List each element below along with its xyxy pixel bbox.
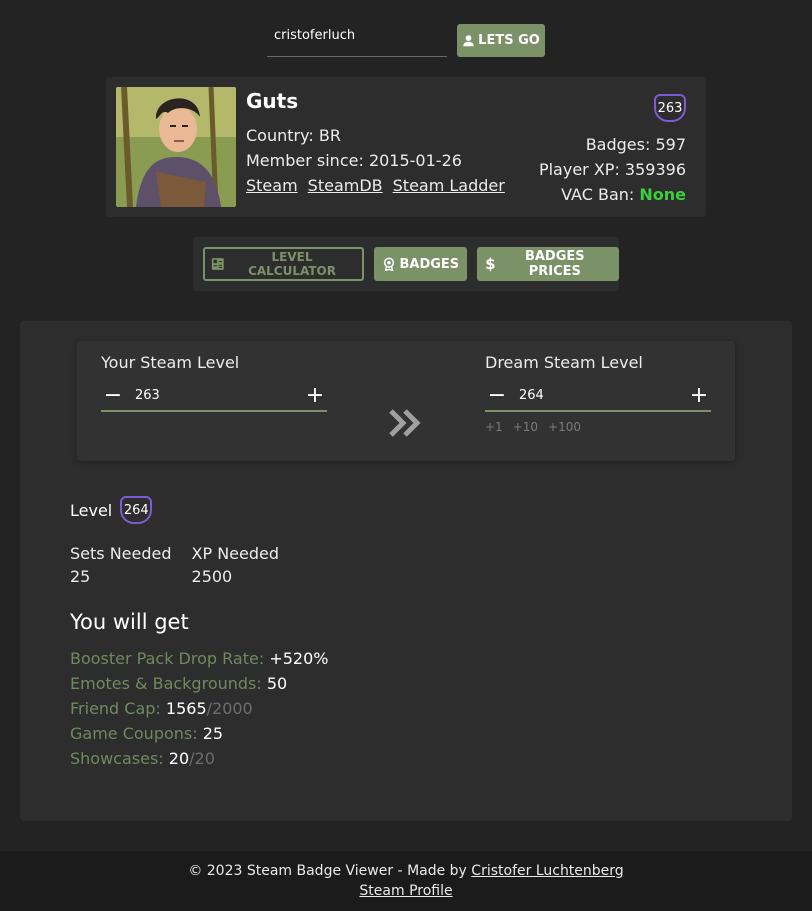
profile-card: Guts Country: BR Member since: 2015-01-2… <box>106 77 706 217</box>
steam-link[interactable]: Steam <box>246 176 298 195</box>
perk-booster: Booster Pack Drop Rate: +520% <box>70 646 328 671</box>
badges-prices-label: BADGES PRICES <box>524 249 585 279</box>
level-label: Level <box>70 500 113 520</box>
current-level-stepper[interactable]: − 263 + <box>101 380 327 412</box>
profile-name: Guts <box>246 89 299 113</box>
showcases-value: 20 <box>168 749 190 768</box>
sets-needed: Sets Needed 25 <box>70 544 172 586</box>
level-calculator-label: LEVEL CALCULATOR <box>248 250 336 278</box>
username-input[interactable] <box>267 24 447 57</box>
badges-prices-button[interactable]: $ BADGES PRICES <box>477 247 619 281</box>
dream-level-stepper[interactable]: − 264 + <box>485 380 711 412</box>
target-level-row: Level 264 <box>70 496 328 524</box>
member-since: Member since: 2015-01-26 <box>246 151 462 170</box>
you-will-get-heading: You will get <box>70 610 189 634</box>
results-section: Level 264 Sets Needed 25 XP Needed 2500 … <box>70 496 328 771</box>
friend-cap-label: Friend Cap: <box>70 699 161 718</box>
dream-decrement-button[interactable]: − <box>485 383 509 408</box>
coupons-label: Game Coupons: <box>70 724 198 743</box>
perk-coupons: Game Coupons: 25 <box>70 721 328 746</box>
nav-toolbar: LEVEL CALCULATOR BADGES $ BADGES PRICES <box>193 237 619 291</box>
dream-level-value[interactable]: 264 <box>509 388 687 403</box>
current-increment-button[interactable]: + <box>303 383 327 408</box>
xp-needed: XP Needed 2500 <box>192 544 280 586</box>
avatar <box>116 87 236 207</box>
sets-needed-label: Sets Needed <box>70 544 172 563</box>
current-level-value[interactable]: 263 <box>125 388 303 403</box>
needs-row: Sets Needed 25 XP Needed 2500 <box>70 544 328 586</box>
add-100-button[interactable]: +100 <box>548 420 581 434</box>
current-level-block: Your Steam Level − 263 + <box>101 353 327 412</box>
footer-credit: © 2023 Steam Badge Viewer - Made by Cris… <box>0 861 812 881</box>
friend-cap-value: 1565 <box>165 699 207 718</box>
emotes-label: Emotes & Backgrounds: <box>70 674 262 693</box>
perk-friend-cap: Friend Cap: 1565/2000 <box>70 696 328 721</box>
add-10-button[interactable]: +10 <box>513 420 538 434</box>
calculator-icon <box>211 258 224 270</box>
user-icon <box>463 35 474 47</box>
dream-level-title: Dream Steam Level <box>485 353 643 372</box>
steamdb-link[interactable]: SteamDB <box>308 176 383 195</box>
vac-ban: VAC Ban: None <box>539 182 686 207</box>
current-decrement-button[interactable]: − <box>101 383 125 408</box>
profile-stats: 263 Badges: 597 Player XP: 359396 VAC Ba… <box>539 94 686 207</box>
footer-text: © 2023 Steam Badge Viewer - Made by <box>188 863 472 879</box>
quick-add-row: +1 +10 +100 <box>485 420 711 434</box>
showcases-max: /20 <box>189 749 215 768</box>
search-bar: LETS GO <box>267 24 547 58</box>
booster-label: Booster Pack Drop Rate: <box>70 649 265 668</box>
current-level-title: Your Steam Level <box>101 353 240 372</box>
badge-icon <box>384 257 395 271</box>
level-badge: 263 <box>654 94 686 122</box>
emotes-value: 50 <box>266 674 288 693</box>
author-link[interactable]: Cristofer Luchtenberg <box>471 863 623 879</box>
perk-showcases: Showcases: 20/20 <box>70 746 328 771</box>
dollar-icon: $ <box>485 255 496 273</box>
lets-go-label: LETS GO <box>478 33 540 48</box>
lets-go-button[interactable]: LETS GO <box>457 24 545 57</box>
vac-label: VAC Ban: <box>561 185 640 204</box>
steam-profile-link[interactable]: Steam Profile <box>359 883 452 899</box>
add-1-button[interactable]: +1 <box>485 420 503 434</box>
xp-needed-label: XP Needed <box>191 544 280 563</box>
level-inputs-box: Your Steam Level − 263 + Dream Steam Lev… <box>77 341 735 461</box>
double-chevron-right-icon <box>389 409 421 437</box>
xp-needed-value: 2500 <box>191 567 233 586</box>
player-xp: Player XP: 359396 <box>538 160 686 179</box>
steam-ladder-link[interactable]: Steam Ladder <box>393 176 505 195</box>
coupons-value: 25 <box>202 724 224 743</box>
country: Country: BR <box>246 126 341 145</box>
level-calculator-button[interactable]: LEVEL CALCULATOR <box>203 247 365 281</box>
vac-status: None <box>639 185 686 204</box>
profile-links: Steam SteamDB Steam Ladder <box>246 173 515 198</box>
badges-label: BADGES <box>399 256 460 272</box>
showcases-label: Showcases: <box>70 749 164 768</box>
dream-increment-button[interactable]: + <box>687 383 711 408</box>
dream-level-block: Dream Steam Level − 264 + +1 +10 +100 <box>485 353 711 434</box>
booster-value: +520% <box>269 649 329 668</box>
profile-info: Guts Country: BR Member since: 2015-01-2… <box>246 89 515 198</box>
perk-emotes: Emotes & Backgrounds: 50 <box>70 671 328 696</box>
badges-button[interactable]: BADGES <box>374 247 468 281</box>
calculator-panel: Your Steam Level − 263 + Dream Steam Lev… <box>20 321 792 821</box>
badges-count: Badges: 597 <box>585 135 686 154</box>
friend-cap-max: /2000 <box>206 699 253 718</box>
sets-needed-value: 25 <box>70 567 91 586</box>
footer: © 2023 Steam Badge Viewer - Made by Cris… <box>0 851 812 911</box>
target-level-badge: 264 <box>120 496 153 524</box>
